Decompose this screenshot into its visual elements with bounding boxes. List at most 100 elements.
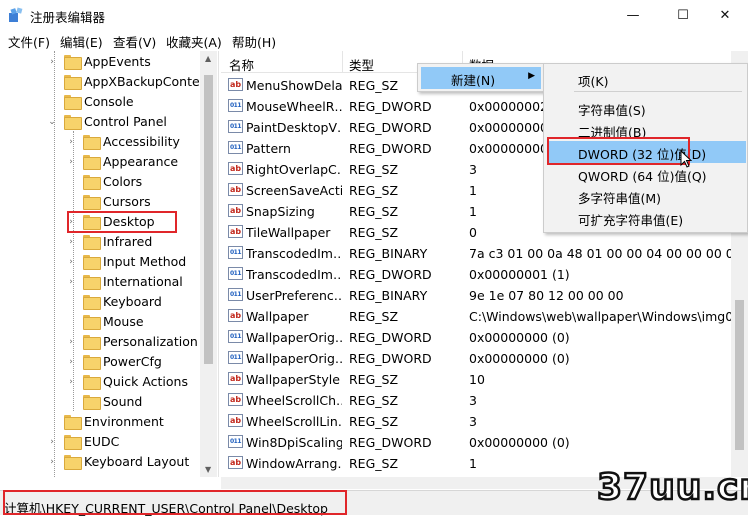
value-data: 0 (469, 225, 477, 240)
submenu-item[interactable]: 项(K) (547, 68, 746, 90)
expand-chevron-icon[interactable]: › (47, 437, 57, 447)
submenu-item[interactable]: 字符串值(S) (547, 97, 746, 119)
tree-item[interactable]: › Personalization (0, 332, 200, 352)
value-name: ScreenSaveActi… (246, 183, 342, 198)
table-row[interactable]: 011 TranscodedIm… REG_BINARY 7a c3 01 00 0a… (221, 243, 748, 264)
string-value-icon: ab (228, 456, 243, 469)
registry-tree[interactable]: › AppEvents AppXBackupConter Console ⌄ Contro… (0, 51, 219, 477)
tree-item[interactable]: Mouse (0, 312, 200, 332)
tree-item[interactable]: › Infrared (0, 232, 200, 252)
value-name: WheelScrollLin… (246, 414, 342, 429)
minimize-button[interactable]: — (610, 0, 656, 30)
tree-item[interactable]: › PowerCfg (0, 352, 200, 372)
tree-item-label: Environment (84, 414, 164, 429)
submenu-item[interactable]: 可扩充字符串值(E) (547, 207, 746, 229)
tree-item[interactable]: › EUDC (0, 432, 200, 452)
tree-item[interactable]: › Quick Actions (0, 372, 200, 392)
expand-chevron-icon[interactable]: › (66, 277, 76, 287)
table-row[interactable]: ab Wallpaper REG_SZ C:\Windows\web\wallpape… (221, 306, 748, 327)
menu-view[interactable]: 查看(V) (113, 32, 156, 51)
expand-chevron-icon[interactable]: › (66, 337, 76, 347)
expand-chevron-icon[interactable]: › (66, 237, 76, 247)
menu-help[interactable]: 帮助(H) (232, 32, 276, 51)
tree-item-label: EUDC (84, 434, 120, 449)
tree-item-label: International (103, 274, 183, 289)
value-type: REG_SZ (349, 162, 399, 177)
tree-item[interactable]: › Keyboard Layout (0, 452, 200, 472)
header-divider[interactable] (342, 51, 343, 73)
title-bar: 注册表编辑器 — ☐ ✕ (0, 0, 748, 30)
table-row[interactable]: 011 WallpaperOrig… REG_DWORD 0x00000000 (0) (221, 327, 748, 348)
header-name[interactable]: 名称 (229, 55, 254, 74)
value-data: 0x00000000 (0) (469, 330, 570, 345)
value-data: 0x00000000 (0) (469, 351, 570, 366)
menu-item-new-label: 新建(N) (451, 73, 496, 88)
expand-chevron-icon[interactable]: › (47, 57, 57, 67)
list-scrollbar-thumb[interactable] (735, 300, 744, 450)
tree-scroll-up-icon[interactable]: ▲ (205, 54, 211, 63)
value-name: WindowArrang… (246, 456, 342, 471)
tree-item[interactable]: Colors (0, 172, 200, 192)
tree-item[interactable]: › Input Method (0, 252, 200, 272)
menu-item-new[interactable]: 新建(N) ▶ (421, 67, 541, 89)
value-type: REG_SZ (349, 456, 399, 471)
tree-scrollbar-thumb[interactable] (204, 75, 213, 364)
tree-item[interactable]: › Appearance (0, 152, 200, 172)
tree-item[interactable]: Keyboard (0, 292, 200, 312)
menu-edit[interactable]: 编辑(E) (60, 32, 103, 51)
string-value-icon: ab (228, 309, 243, 322)
table-row[interactable]: ab WallpaperStyle REG_SZ 10 (221, 369, 748, 390)
tree-scroll-down-icon[interactable]: ▼ (205, 465, 211, 474)
menu-favorites[interactable]: 收藏夹(A) (166, 32, 222, 51)
expand-chevron-icon[interactable]: › (66, 157, 76, 167)
folder-icon (83, 375, 101, 390)
folder-icon (83, 255, 101, 270)
binary-value-icon: 011 (228, 246, 243, 259)
close-button[interactable]: ✕ (702, 0, 748, 30)
expand-chevron-icon[interactable]: › (47, 457, 57, 467)
maximize-button[interactable]: ☐ (660, 0, 706, 30)
header-type[interactable]: 类型 (349, 55, 374, 74)
expand-chevron-icon[interactable]: › (66, 377, 76, 387)
submenu-item[interactable]: QWORD (64 位)值(Q) (547, 163, 746, 185)
string-value-icon: ab (228, 204, 243, 217)
value-type: REG_SZ (349, 204, 399, 219)
tree-item-label: AppXBackupConter (84, 74, 205, 89)
expand-chevron-icon[interactable]: › (66, 257, 76, 267)
menu-file[interactable]: 文件(F) (8, 32, 50, 51)
table-row[interactable]: ab WheelScrollLin… REG_SZ 3 (221, 411, 748, 432)
folder-icon (83, 275, 101, 290)
expand-chevron-icon[interactable]: › (66, 137, 76, 147)
tree-item-label: Control Panel (84, 114, 167, 129)
folder-icon (83, 235, 101, 250)
binary-value-icon: 011 (228, 351, 243, 364)
folder-icon (83, 175, 101, 190)
value-type: REG_DWORD (349, 120, 432, 135)
folder-icon (64, 435, 82, 450)
expand-chevron-icon[interactable]: › (66, 357, 76, 367)
binary-value-icon: 011 (228, 288, 243, 301)
table-row[interactable]: 011 UserPreferenc… REG_BINARY 9e 1e 07 80 1… (221, 285, 748, 306)
value-data: 10 (469, 372, 485, 387)
table-row[interactable]: 011 WallpaperOrig… REG_DWORD 0x00000000 (0) (221, 348, 748, 369)
tree-item[interactable]: Cursors (0, 192, 200, 212)
value-data: 1 (469, 204, 477, 219)
collapse-chevron-icon[interactable]: ⌄ (47, 117, 57, 127)
folder-icon (64, 415, 82, 430)
value-data: 0x00000001 (1) (469, 267, 570, 282)
tree-item[interactable]: AppXBackupConter (0, 72, 205, 92)
tree-item[interactable]: Console (0, 92, 200, 112)
value-name: MouseWheelR… (246, 99, 342, 114)
tree-item[interactable]: › AppEvents (0, 52, 200, 72)
tree-item[interactable]: › International (0, 272, 200, 292)
table-row[interactable]: 011 TranscodedIm… REG_DWORD 0x00000001 (1) (221, 264, 748, 285)
menu-bar: 文件(F) 编辑(E) 查看(V) 收藏夹(A) 帮助(H) (0, 30, 748, 50)
table-row[interactable]: 011 Win8DpiScaling REG_DWORD 0x00000000 (0) (221, 432, 748, 453)
tree-item[interactable]: Sound (0, 392, 200, 412)
tree-item[interactable]: Environment (0, 412, 200, 432)
tree-item[interactable]: ⌄ Control Panel (0, 112, 200, 132)
tree-item[interactable]: › Accessibility (0, 132, 200, 152)
submenu-item[interactable]: 多字符串值(M) (547, 185, 746, 207)
table-row[interactable]: ab WheelScrollCh… REG_SZ 3 (221, 390, 748, 411)
submenu-item-label: 可扩充字符串值(E) (578, 213, 684, 228)
